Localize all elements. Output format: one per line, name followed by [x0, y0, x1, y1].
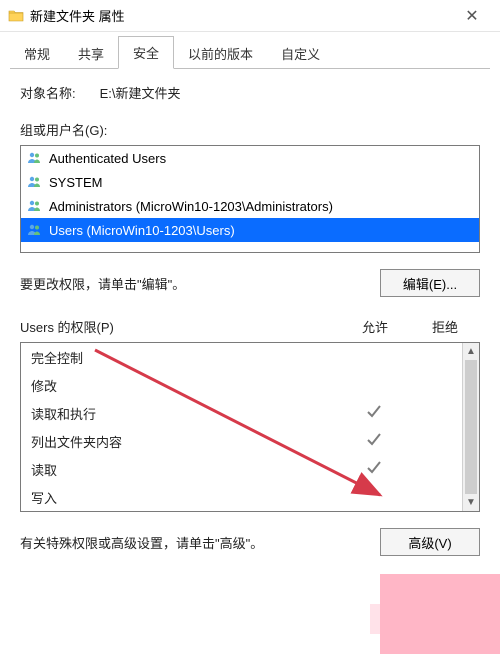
tab-sharing[interactable]: 共享	[64, 38, 118, 69]
check-icon	[365, 402, 383, 420]
folder-icon	[8, 8, 24, 24]
window-title: 新建文件夹 属性	[30, 6, 452, 25]
scroll-down-icon[interactable]: ▼	[463, 494, 479, 511]
group-users-label: 组或用户名(G):	[20, 120, 480, 139]
advanced-row: 有关特殊权限或高级设置，请单击"高级"。 高级(V)	[20, 528, 480, 556]
permission-row[interactable]: 完全控制	[21, 343, 479, 371]
close-icon[interactable]: ✕	[452, 6, 492, 26]
list-item[interactable]: Authenticated Users	[21, 146, 479, 170]
allow-cell	[339, 458, 409, 481]
tab-strip: 常规 共享 安全 以前的版本 自定义	[0, 32, 500, 68]
scroll-up-icon[interactable]: ▲	[463, 343, 479, 360]
permission-row[interactable]: 列出文件夹内容	[21, 427, 479, 455]
permission-name: 列出文件夹内容	[31, 432, 339, 451]
list-item[interactable]: SYSTEM	[21, 170, 479, 194]
list-item-label: Users (MicroWin10-1203\Users)	[49, 223, 235, 238]
list-item-label: SYSTEM	[49, 175, 102, 190]
advanced-button[interactable]: 高级(V)	[380, 528, 480, 556]
permissions-title: Users 的权限(P)	[20, 317, 114, 336]
list-item[interactable]: Users (MicroWin10-1203\Users)	[21, 218, 479, 242]
list-item-label: Authenticated Users	[49, 151, 166, 166]
tab-customize[interactable]: 自定义	[267, 38, 334, 69]
list-item[interactable]: Administrators (MicroWin10-1203\Administ…	[21, 194, 479, 218]
object-name-row: 对象名称: E:\新建文件夹	[20, 83, 480, 102]
security-panel: 对象名称: E:\新建文件夹 组或用户名(G): Authenticated U…	[0, 69, 500, 556]
permission-row[interactable]: 写入	[21, 483, 479, 511]
tab-general[interactable]: 常规	[10, 38, 64, 69]
col-allow: 允许	[340, 317, 410, 336]
permissions-listbox[interactable]: 完全控制修改读取和执行列出文件夹内容读取写入 ▲ ▼	[20, 342, 480, 512]
object-name-value: E:\新建文件夹	[100, 83, 181, 102]
permission-name: 读取和执行	[31, 404, 339, 423]
permission-row[interactable]: 读取和执行	[21, 399, 479, 427]
permission-name: 完全控制	[31, 348, 339, 367]
edit-hint: 要更改权限，请单击"编辑"。	[20, 274, 185, 293]
permission-name: 写入	[31, 488, 339, 507]
watermark-block	[380, 574, 500, 654]
users-group-icon	[27, 150, 43, 166]
check-icon	[365, 458, 383, 476]
permission-name: 修改	[31, 376, 339, 395]
tab-previous-versions[interactable]: 以前的版本	[174, 38, 267, 69]
scroll-thumb[interactable]	[465, 360, 477, 494]
allow-cell	[339, 430, 409, 453]
advanced-hint: 有关特殊权限或高级设置，请单击"高级"。	[20, 533, 263, 552]
tab-security[interactable]: 安全	[118, 36, 174, 69]
users-group-icon	[27, 222, 43, 238]
users-group-icon	[27, 174, 43, 190]
col-deny: 拒绝	[410, 317, 480, 336]
object-name-label: 对象名称:	[20, 83, 76, 102]
permission-row[interactable]: 读取	[21, 455, 479, 483]
permission-row[interactable]: 修改	[21, 371, 479, 399]
edit-button[interactable]: 编辑(E)...	[380, 269, 480, 297]
allow-cell	[339, 402, 409, 425]
list-item-label: Administrators (MicroWin10-1203\Administ…	[49, 199, 333, 214]
permissions-header: Users 的权限(P) 允许 拒绝	[20, 317, 480, 336]
titlebar: 新建文件夹 属性 ✕	[0, 0, 500, 32]
users-group-icon	[27, 198, 43, 214]
scrollbar[interactable]: ▲ ▼	[462, 343, 479, 511]
edit-row: 要更改权限，请单击"编辑"。 编辑(E)...	[20, 269, 480, 297]
permission-name: 读取	[31, 460, 339, 479]
check-icon	[365, 430, 383, 448]
group-users-listbox[interactable]: Authenticated Users SYSTEM Administrators …	[20, 145, 480, 253]
